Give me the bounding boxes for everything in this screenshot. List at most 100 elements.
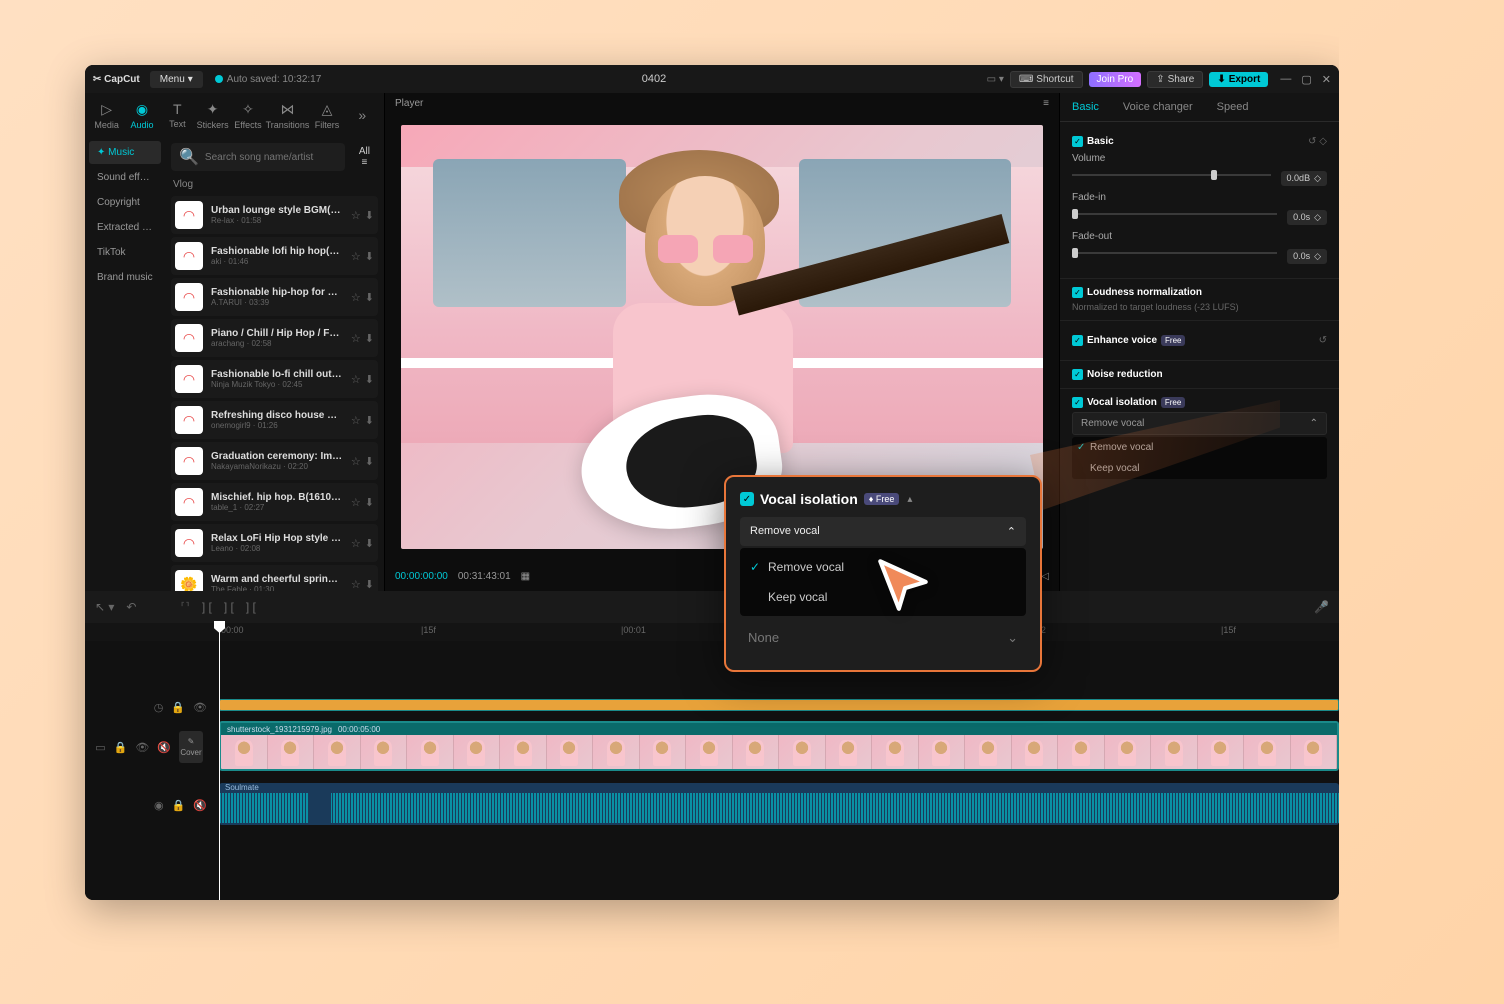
split-left-icon[interactable]: ] [ bbox=[202, 600, 212, 614]
tab-basic[interactable]: Basic bbox=[1060, 93, 1111, 121]
volume-slider[interactable] bbox=[1072, 174, 1271, 176]
category-copyright[interactable]: Copyright bbox=[89, 191, 161, 214]
reset-enhance-icon[interactable]: ↺ bbox=[1319, 335, 1327, 346]
fadein-slider[interactable] bbox=[1072, 213, 1277, 215]
tab-filters[interactable]: ◬Filters bbox=[309, 101, 344, 130]
tab-audio[interactable]: ◉Audio bbox=[124, 101, 159, 130]
mute-icon[interactable]: 🔇 bbox=[157, 741, 171, 754]
download-icon[interactable]: ⬇ bbox=[365, 496, 374, 509]
favorite-icon[interactable]: ☆ bbox=[351, 414, 361, 427]
ratio-icon[interactable]: ▭ ▾ bbox=[987, 74, 1004, 85]
download-icon[interactable]: ⬇ bbox=[365, 209, 374, 222]
eye-icon[interactable]: 👁 bbox=[135, 741, 149, 754]
tab-speed[interactable]: Speed bbox=[1205, 93, 1261, 121]
prev-frame-icon[interactable]: ◁ bbox=[1041, 571, 1049, 582]
favorite-icon[interactable]: ☆ bbox=[351, 537, 361, 550]
maximize-icon[interactable]: ▢ bbox=[1301, 73, 1311, 86]
basic-checkbox[interactable]: ✓ bbox=[1072, 136, 1083, 147]
search-box[interactable]: 🔍 bbox=[171, 143, 345, 171]
search-input[interactable] bbox=[205, 152, 337, 163]
all-filter-button[interactable]: All ≡ bbox=[351, 143, 378, 171]
audio-clip[interactable]: Soulmate bbox=[219, 783, 1339, 825]
split-right-icon[interactable]: ] [ bbox=[224, 600, 234, 614]
grid-icon[interactable]: ▦ bbox=[521, 571, 530, 582]
menu-button[interactable]: Menu ▾ bbox=[150, 71, 203, 88]
download-icon[interactable]: ⬇ bbox=[365, 373, 374, 386]
music-item[interactable]: ◠Refreshing disco house Nori ...onemogir… bbox=[171, 401, 378, 439]
music-item[interactable]: ◠Graduation ceremony: Impre...NakayamaNo… bbox=[171, 442, 378, 480]
favorite-icon[interactable]: ☆ bbox=[351, 373, 361, 386]
vocal-dropdown[interactable]: Remove vocal⌃ bbox=[1072, 412, 1327, 435]
marker-clip[interactable] bbox=[219, 699, 1339, 711]
category-music[interactable]: ✦ Music bbox=[89, 141, 161, 164]
category-extracted[interactable]: Extracted a... bbox=[89, 216, 161, 239]
selection-tool-icon[interactable]: ↖ ▾ bbox=[95, 600, 114, 614]
mute-icon[interactable]: 🔇 bbox=[193, 799, 207, 812]
favorite-icon[interactable]: ☆ bbox=[351, 332, 361, 345]
clock-icon[interactable]: ◷ bbox=[154, 701, 164, 714]
shortcut-button[interactable]: ⌨ Shortcut bbox=[1010, 71, 1083, 88]
download-icon[interactable]: ⬇ bbox=[365, 332, 374, 345]
volume-value[interactable]: 0.0dB ◇ bbox=[1281, 171, 1327, 186]
chevron-up-icon[interactable]: ▴ bbox=[907, 494, 912, 505]
favorite-icon[interactable]: ☆ bbox=[351, 496, 361, 509]
download-icon[interactable]: ⬇ bbox=[365, 291, 374, 304]
lock-icon[interactable]: 🔒 bbox=[172, 799, 186, 812]
lock-icon[interactable]: 🔒 bbox=[114, 741, 128, 754]
favorite-icon[interactable]: ☆ bbox=[351, 291, 361, 304]
download-icon[interactable]: ⬇ bbox=[365, 250, 374, 263]
cover-button[interactable]: ✎Cover bbox=[179, 731, 203, 763]
music-item[interactable]: ◠Mischief. hip hop. B(1610627)table_1 · … bbox=[171, 483, 378, 521]
mic-icon[interactable]: 🎤 bbox=[1314, 600, 1329, 614]
popup-checkbox[interactable]: ✓ bbox=[740, 492, 754, 506]
close-icon[interactable]: ✕ bbox=[1322, 73, 1331, 86]
music-item[interactable]: ◠Fashionable lofi hip hop(116...aki · 01… bbox=[171, 237, 378, 275]
category-brand-music[interactable]: Brand music bbox=[89, 266, 161, 289]
loudness-checkbox[interactable]: ✓ bbox=[1072, 287, 1083, 298]
dropdown-item-keep[interactable]: Keep vocal bbox=[1072, 458, 1327, 479]
favorite-icon[interactable]: ☆ bbox=[351, 250, 361, 263]
favorite-icon[interactable]: ☆ bbox=[351, 578, 361, 591]
tab-media[interactable]: ▷Media bbox=[89, 101, 124, 130]
tab-stickers[interactable]: ✦Stickers bbox=[195, 101, 230, 130]
video-clip[interactable]: shutterstock_1931215979.jpg00:00:05:00 bbox=[219, 721, 1339, 771]
dropdown-item-remove[interactable]: Remove vocal bbox=[1072, 437, 1327, 458]
tab-transitions[interactable]: ⋈Transitions bbox=[266, 101, 310, 130]
download-icon[interactable]: ⬇ bbox=[365, 414, 374, 427]
popup-dropdown[interactable]: Remove vocal⌃ bbox=[740, 517, 1026, 546]
fadeout-value[interactable]: 0.0s ◇ bbox=[1287, 249, 1327, 264]
music-item[interactable]: 🌼Warm and cheerful spring(14...The Fable… bbox=[171, 565, 378, 591]
export-button[interactable]: ⬇ Export bbox=[1209, 72, 1268, 87]
tab-effects[interactable]: ✧Effects bbox=[230, 101, 265, 130]
noise-checkbox[interactable]: ✓ bbox=[1072, 369, 1083, 380]
share-button[interactable]: ⇪ Share bbox=[1147, 71, 1203, 88]
undo-icon[interactable]: ↶ bbox=[126, 600, 136, 614]
playhead[interactable] bbox=[219, 623, 220, 900]
timeline-ruler[interactable]: 00:00 |15f |00:01 |15f |00:02 |15f bbox=[85, 623, 1339, 641]
fadeout-slider[interactable] bbox=[1072, 252, 1277, 254]
enhance-checkbox[interactable]: ✓ bbox=[1072, 335, 1083, 346]
tab-text[interactable]: TText bbox=[160, 101, 195, 129]
download-icon[interactable]: ⬇ bbox=[365, 455, 374, 468]
vocal-checkbox[interactable]: ✓ bbox=[1072, 397, 1083, 408]
record-icon[interactable]: ◉ bbox=[154, 799, 164, 812]
category-tiktok[interactable]: TikTok bbox=[89, 241, 161, 264]
favorite-icon[interactable]: ☆ bbox=[351, 455, 361, 468]
tab-voice-changer[interactable]: Voice changer bbox=[1111, 93, 1205, 121]
join-pro-button[interactable]: Join Pro bbox=[1089, 72, 1142, 87]
download-icon[interactable]: ⬇ bbox=[365, 578, 374, 591]
category-sound-effects[interactable]: Sound effe... bbox=[89, 166, 161, 189]
music-item[interactable]: ◠Relax LoFi Hip Hop style bea...Leano · … bbox=[171, 524, 378, 562]
delete-icon[interactable]: ] [ bbox=[246, 600, 256, 614]
music-item[interactable]: ◠Piano / Chill / Hip Hop / Fas...arachan… bbox=[171, 319, 378, 357]
music-item[interactable]: ◠Fashionable hip-hop for com...A.TARUI ·… bbox=[171, 278, 378, 316]
music-item[interactable]: ◠Urban lounge style BGM(114...Re-lax · 0… bbox=[171, 196, 378, 234]
popup-none-row[interactable]: None⌄ bbox=[740, 620, 1026, 656]
reset-basic-icon[interactable]: ↺ ◇ bbox=[1308, 136, 1327, 147]
fadein-value[interactable]: 0.0s ◇ bbox=[1287, 210, 1327, 225]
music-item[interactable]: ◠Fashionable lo-fi chill out R ...Ninja … bbox=[171, 360, 378, 398]
tab-more[interactable]: » bbox=[345, 107, 380, 123]
eye-icon[interactable]: 👁 bbox=[193, 701, 207, 714]
download-icon[interactable]: ⬇ bbox=[365, 537, 374, 550]
split-icon[interactable]: ⸢⸣ bbox=[180, 600, 189, 614]
